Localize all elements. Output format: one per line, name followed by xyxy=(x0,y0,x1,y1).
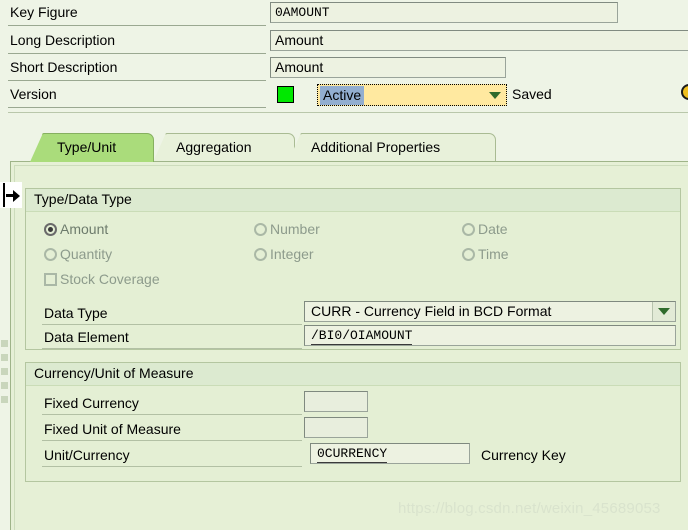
version-dropdown[interactable]: Active xyxy=(317,84,507,106)
radio-amount[interactable]: Amount xyxy=(44,221,108,237)
gutter-mark xyxy=(1,354,8,361)
gutter-mark xyxy=(1,368,8,375)
fixed-unit-label: Fixed Unit of Measure xyxy=(44,421,181,437)
fixed-currency-input[interactable] xyxy=(304,391,368,412)
tab-type-unit[interactable]: Type/Unit xyxy=(30,133,154,162)
tab-slant xyxy=(30,133,43,162)
row-separator xyxy=(42,414,302,415)
row-separator xyxy=(8,53,266,54)
tabstrip: Type/Unit Aggregation Additional Propert… xyxy=(10,133,688,163)
radio-icon xyxy=(44,248,57,261)
status-light-icon xyxy=(277,86,294,103)
header-bottom-separator xyxy=(0,108,688,113)
short-description-label: Short Description xyxy=(10,59,118,75)
data-type-label: Data Type xyxy=(44,305,108,321)
long-description-input[interactable]: Amount xyxy=(270,30,688,51)
currency-key-text: Currency Key xyxy=(481,447,566,463)
tab-type-unit-label: Type/Unit xyxy=(57,139,117,155)
version-dropdown-value: Active xyxy=(320,86,365,105)
version-label: Version xyxy=(10,86,57,102)
fixed-currency-label: Fixed Currency xyxy=(44,395,139,411)
tab-aggregation[interactable]: Aggregation xyxy=(153,133,295,162)
radio-date[interactable]: Date xyxy=(462,221,508,237)
currency-unit-group: Currency/Unit of Measure Fixed Currency … xyxy=(25,362,681,482)
separator-line xyxy=(8,112,688,113)
short-description-input[interactable]: Amount xyxy=(270,57,506,78)
radio-time-label: Time xyxy=(478,246,509,262)
radio-amount-label: Amount xyxy=(60,221,109,237)
radio-icon xyxy=(44,223,57,236)
form-row-version: Version Active Saved xyxy=(0,82,688,108)
type-data-type-group: Type/Data Type Amount Number Date Quanti… xyxy=(25,188,681,350)
left-gutter-marks xyxy=(0,340,9,480)
form-row-short-description: Short Description Amount xyxy=(0,55,688,81)
data-element-input[interactable]: /BI0/OIAMOUNT xyxy=(304,325,676,346)
tab-additional-properties[interactable]: Additional Properties xyxy=(288,133,496,162)
key-figure-input[interactable]: 0AMOUNT xyxy=(270,2,618,23)
tab-aggregation-label: Aggregation xyxy=(176,139,252,155)
row-separator xyxy=(42,440,302,441)
fixed-unit-input[interactable] xyxy=(304,417,368,438)
tab-additional-properties-label: Additional Properties xyxy=(311,139,441,155)
radio-date-label: Date xyxy=(478,221,508,237)
row-separator xyxy=(42,466,302,467)
arrow-right-icon xyxy=(13,190,20,202)
radio-icon xyxy=(462,248,475,261)
data-type-value: CURR - Currency Field in BCD Format xyxy=(311,303,552,319)
row-fixed-currency: Fixed Currency xyxy=(26,391,680,417)
unit-currency-label: Unit/Currency xyxy=(44,447,130,463)
row-data-type: Data Type CURR - Currency Field in BCD F… xyxy=(26,301,680,327)
radio-number[interactable]: Number xyxy=(254,221,320,237)
gutter-mark xyxy=(1,382,8,389)
key-figure-label: Key Figure xyxy=(10,4,78,20)
gutter-mark xyxy=(1,340,8,347)
unit-currency-value: 0CURRENCY xyxy=(317,446,388,463)
form-row-long-description: Long Description Amount xyxy=(0,28,688,54)
data-element-value: /BI0/OIAMOUNT xyxy=(311,328,413,345)
data-type-dropdown[interactable]: CURR - Currency Field in BCD Format xyxy=(304,301,676,322)
radio-icon xyxy=(462,223,475,236)
radio-icon xyxy=(254,223,267,236)
radio-quantity-label: Quantity xyxy=(60,246,113,262)
row-separator xyxy=(8,80,266,81)
row-separator xyxy=(8,25,266,26)
unit-currency-input[interactable]: 0CURRENCY xyxy=(310,443,470,464)
row-unit-currency: Unit/Currency 0CURRENCY Currency Key xyxy=(26,443,680,469)
chevron-down-icon[interactable] xyxy=(485,86,505,105)
saved-status-text: Saved xyxy=(512,86,552,102)
currency-unit-title: Currency/Unit of Measure xyxy=(26,363,680,386)
chevron-down-icon[interactable] xyxy=(652,302,675,321)
data-element-label: Data Element xyxy=(44,329,129,345)
row-data-element: Data Element /BI0/OIAMOUNT xyxy=(26,325,680,351)
splitter-bar xyxy=(3,183,5,207)
panel-splitter-handle[interactable] xyxy=(0,182,22,208)
form-row-key-figure: Key Figure 0AMOUNT xyxy=(0,0,688,26)
tab-slant xyxy=(153,133,166,162)
tab-content-panel: Type/Data Type Amount Number Date Quanti… xyxy=(10,161,688,530)
radio-integer[interactable]: Integer xyxy=(254,246,314,262)
radio-quantity[interactable]: Quantity xyxy=(44,246,112,262)
radio-number-label: Number xyxy=(270,221,320,237)
header-form: Key Figure 0AMOUNT Long Description Amou… xyxy=(0,0,688,113)
checkbox-stock-coverage-label: Stock Coverage xyxy=(60,271,160,287)
tab-slant xyxy=(288,133,301,162)
checkbox-icon xyxy=(44,273,57,286)
row-fixed-unit-of-measure: Fixed Unit of Measure xyxy=(26,417,680,443)
gutter-mark xyxy=(1,396,8,403)
row-separator xyxy=(42,348,302,349)
checkbox-stock-coverage[interactable]: Stock Coverage xyxy=(44,271,160,287)
radio-icon xyxy=(254,248,267,261)
type-data-type-title: Type/Data Type xyxy=(26,189,680,212)
long-description-label: Long Description xyxy=(10,32,116,48)
radio-time[interactable]: Time xyxy=(462,246,509,262)
radio-integer-label: Integer xyxy=(270,246,314,262)
